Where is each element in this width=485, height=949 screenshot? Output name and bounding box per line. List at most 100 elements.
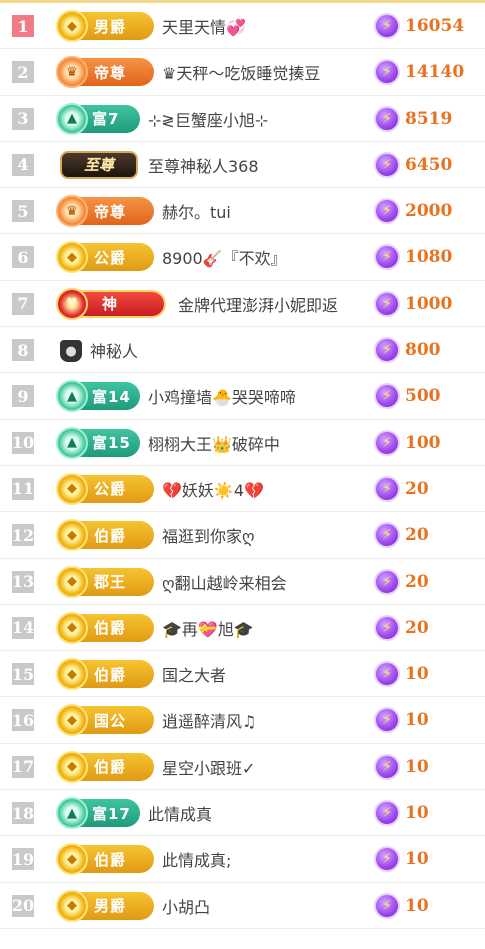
leaderboard-row[interactable]: 18 ▲ 富17 此情成真 ⚡ 10 <box>0 790 485 837</box>
contribution-amount: 1080 <box>405 247 453 268</box>
contribution-amount: 100 <box>405 432 441 453</box>
rank-badge: ▲ 富17 <box>56 797 140 830</box>
rank-badge: ♥ 神 <box>56 287 166 320</box>
badge-emblem-icon: ◆ <box>56 843 88 876</box>
lightning-coin-icon: ⚡ <box>374 151 400 178</box>
badge-label: 郡王 <box>94 573 127 592</box>
user-name[interactable]: 小胡凸 <box>162 883 210 929</box>
user-name[interactable]: 福逛到你家ღ <box>162 512 255 558</box>
rank-number: 15 <box>11 663 35 686</box>
lightning-coin-icon: ⚡ <box>374 383 400 410</box>
rank-badge: ▲ 富14 <box>56 380 140 413</box>
badge-emblem-icon: ◆ <box>56 519 88 552</box>
contribution-amount: 2000 <box>405 201 453 222</box>
rank-number: 17 <box>11 755 35 778</box>
contribution-amount: 20 <box>405 525 429 546</box>
badge-label: 神 <box>102 295 119 314</box>
badge-emblem-icon: ◆ <box>56 10 88 42</box>
badge-emblem-icon: ◆ <box>56 611 88 644</box>
leaderboard-row[interactable]: 13 ◆ 郡王 ღ翻山越岭来相会 ⚡ 20 <box>0 559 485 605</box>
contribution-amount: 14140 <box>405 62 465 83</box>
leaderboard-row[interactable]: 2 ♛ 帝尊 ♛天秤〜吃饭睡觉揍豆 ⚡ 14140 <box>0 49 485 96</box>
rank-badge: ◆ 男爵 <box>56 889 154 922</box>
rank-number: 16 <box>11 709 35 732</box>
badge-label: 伯爵 <box>94 619 127 638</box>
leaderboard-row[interactable]: 17 ◆ 伯爵 星空小跟班✓ ⚡ 10 <box>0 744 485 791</box>
rank-badge: ◆ 公爵 <box>56 241 154 274</box>
leaderboard-row[interactable]: 11 ◆ 公爵 💔妖妖☀️4💔 ⚡ 20 <box>0 466 485 513</box>
badge-label: 至尊 <box>83 156 114 175</box>
contribution-amount: 16054 <box>405 16 465 36</box>
user-name[interactable]: 💔妖妖☀️4💔 <box>162 466 264 512</box>
badge-label: 帝尊 <box>94 63 127 82</box>
badge-label: 国公 <box>94 711 127 730</box>
rank-badge: ♛ 帝尊 <box>56 56 154 89</box>
badge-emblem-icon: ♛ <box>56 195 88 228</box>
contribution-amount: 10 <box>405 664 429 685</box>
leaderboard-row[interactable]: 14 ◆ 伯爵 🎓再💝旭🎓 ⚡ 20 <box>0 605 485 652</box>
rank-badge: ◆ 伯爵 <box>56 843 154 876</box>
user-name[interactable]: 此情成真 <box>148 790 212 836</box>
user-name[interactable]: ♛天秤〜吃饭睡觉揍豆 <box>162 49 320 95</box>
contribution-amount: 800 <box>405 340 441 361</box>
rank-number: 8 <box>12 339 34 362</box>
leaderboard-row[interactable]: 9 ▲ 富14 小鸡撞墙🐣哭哭啼啼 ⚡ 500 <box>0 373 485 420</box>
leaderboard-row[interactable]: 19 ◆ 伯爵 此情成真; ⚡ 10 <box>0 836 485 883</box>
user-name[interactable]: 小鸡撞墙🐣哭哭啼啼 <box>148 373 296 419</box>
user-name[interactable]: 天里天情💞 <box>162 3 246 49</box>
user-name[interactable]: 赫尔。tui <box>162 188 231 234</box>
contribution-amount: 20 <box>405 571 429 592</box>
contribution-amount: 20 <box>405 617 429 638</box>
user-name[interactable]: 8900🎸『不欢』 <box>162 234 287 280</box>
leaderboard-row[interactable]: 10 ▲ 富15 栩栩大王👑破碎中 ⚡ 100 <box>0 420 485 466</box>
leaderboard-row[interactable]: 4 至尊 至尊神秘人368 ⚡ 6450 <box>0 142 485 189</box>
leaderboard-row[interactable]: 1 ◆ 男爵 天里天情💞 ⚡ 16054 <box>0 3 485 50</box>
mystery-user-icon: ● <box>60 340 82 363</box>
user-name[interactable]: 至尊神秘人368 <box>148 142 259 188</box>
lightning-coin-icon: ⚡ <box>374 13 400 39</box>
user-name[interactable]: 栩栩大王👑破碎中 <box>148 420 280 466</box>
leaderboard-row[interactable]: 20 ◆ 男爵 小胡凸 ⚡ 10 <box>0 883 485 929</box>
lightning-coin-icon: ⚡ <box>374 661 400 688</box>
user-name[interactable]: 金牌代理澎湃小妮即返 <box>178 281 338 327</box>
lightning-coin-icon: ⚡ <box>374 522 400 549</box>
leaderboard-row[interactable]: 8 ● 神秘人 ⚡ 800 <box>0 327 485 374</box>
rank-number: 19 <box>11 848 35 871</box>
leaderboard-row[interactable]: 12 ◆ 伯爵 福逛到你家ღ ⚡ 20 <box>0 512 485 559</box>
user-name[interactable]: 🎓再💝旭🎓 <box>162 605 254 651</box>
badge-label: 公爵 <box>94 480 127 499</box>
user-name[interactable]: 此情成真; <box>162 836 231 882</box>
leaderboard-row[interactable]: 7 ♥ 神金牌代理澎湃小妮即返 ⚡ 1000 <box>0 281 485 328</box>
leaderboard-row[interactable]: 16 ◆ 国公 逍遥醉清风♫ ⚡ 10 <box>0 697 485 744</box>
leaderboard-row[interactable]: 6 ◆ 公爵 8900🎸『不欢』 ⚡ 1080 <box>0 234 485 281</box>
badge-label: 富7 <box>92 110 120 129</box>
badge-emblem-icon: ◆ <box>56 889 88 922</box>
user-name[interactable]: 国之大者 <box>162 651 226 697</box>
badge-emblem-icon: ◆ <box>56 472 88 505</box>
user-name[interactable]: ღ翻山越岭来相会 <box>162 559 287 605</box>
contribution-amount: 10 <box>405 895 429 916</box>
lightning-coin-icon: ⚡ <box>374 614 400 641</box>
contribution-amount: 1000 <box>405 293 453 314</box>
user-name[interactable]: ⊹≷巨蟹座小旭⊹ <box>148 96 268 142</box>
lightning-coin-icon: ⚡ <box>374 429 400 456</box>
user-name[interactable]: 星空小跟班✓ <box>162 744 255 790</box>
badge-label: 富14 <box>92 387 131 406</box>
rank-badge: ◆ 伯爵 <box>56 611 154 644</box>
leaderboard-row[interactable]: 5 ♛ 帝尊 赫尔。tui ⚡ 2000 <box>0 188 485 235</box>
badge-label: 富15 <box>92 434 131 453</box>
user-name[interactable]: 神秘人 <box>90 327 138 373</box>
user-name[interactable]: 逍遥醉清风♫ <box>162 697 256 743</box>
lightning-coin-icon: ⚡ <box>374 753 400 780</box>
leaderboard-list: 1 ◆ 男爵 天里天情💞 ⚡ 16054 2 ♛ 帝尊 ♛天秤〜吃饭睡觉揍豆 ⚡ 14140 3 ▲ 富7 ⊹… <box>0 3 485 929</box>
contribution-amount: 8519 <box>405 108 453 129</box>
lightning-coin-icon: ⚡ <box>374 59 400 86</box>
badge-label: 帝尊 <box>94 202 127 221</box>
badge-emblem-icon: ▲ <box>56 380 88 413</box>
rank-badge: ◆ 郡王 <box>56 565 154 598</box>
badge-label: 富17 <box>92 804 131 823</box>
rank-badge: ▲ 富7 <box>56 102 140 135</box>
contribution-amount: 500 <box>405 386 441 407</box>
leaderboard-row[interactable]: 15 ◆ 伯爵 国之大者 ⚡ 10 <box>0 651 485 698</box>
leaderboard-row[interactable]: 3 ▲ 富7 ⊹≷巨蟹座小旭⊹ ⚡ 8519 <box>0 96 485 142</box>
